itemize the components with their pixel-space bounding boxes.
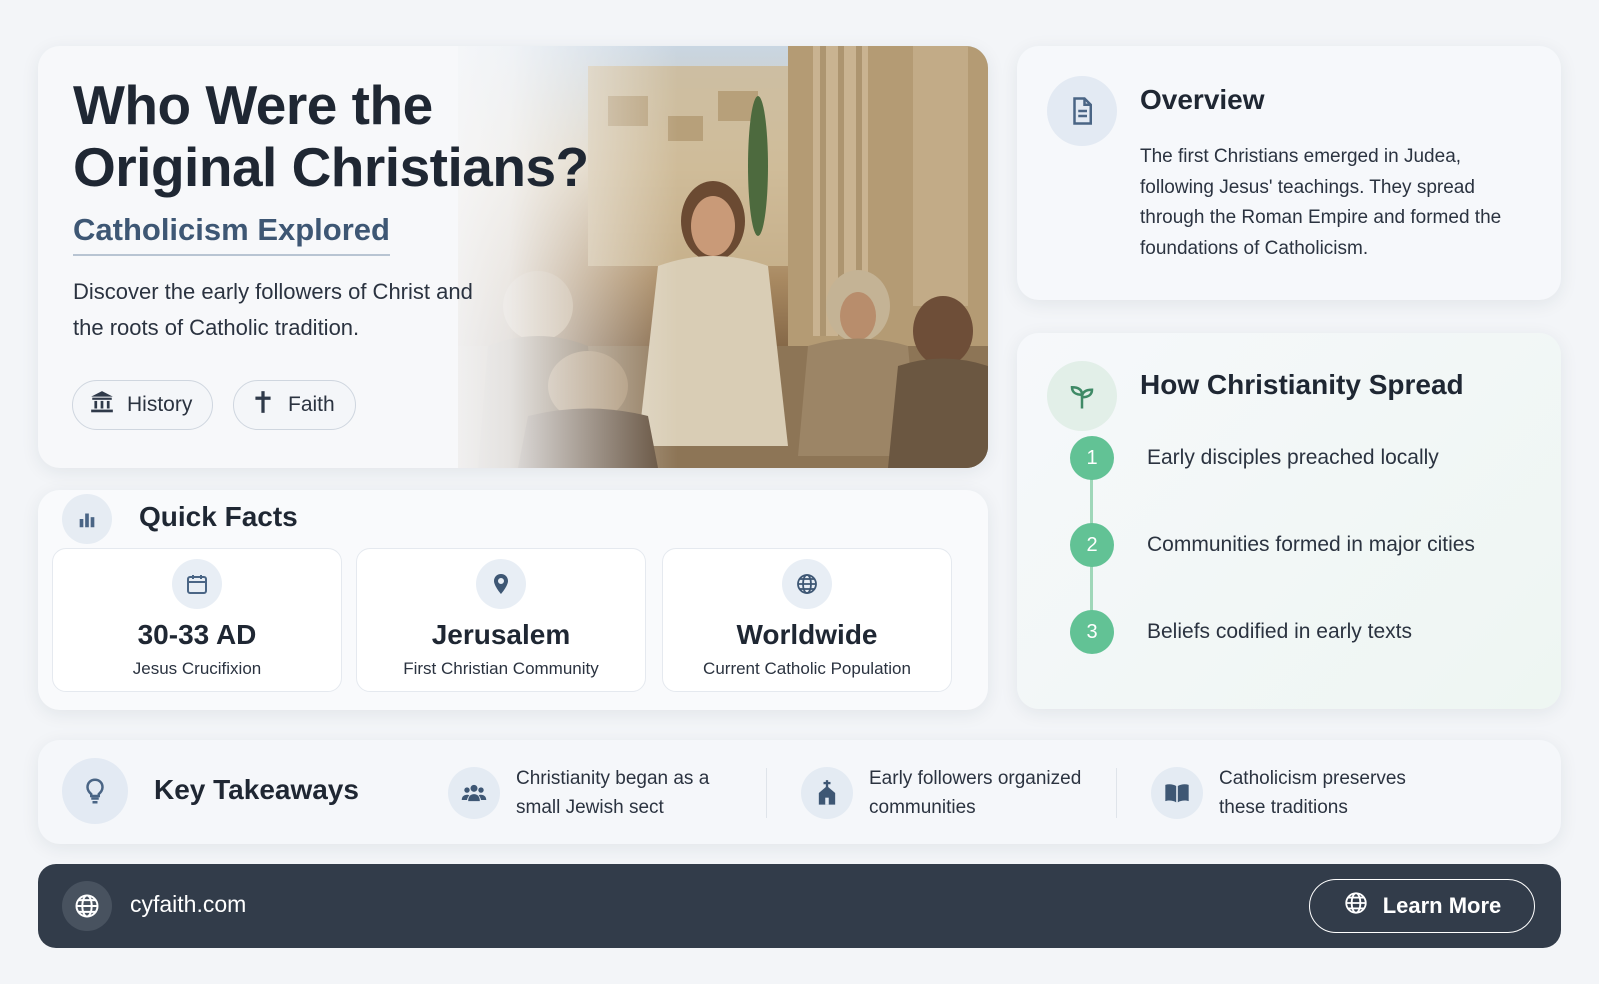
tag-history[interactable]: History	[72, 380, 214, 430]
step-number: 2	[1070, 523, 1114, 567]
calendar-icon	[172, 559, 222, 609]
document-icon	[1047, 76, 1117, 146]
tag-faith[interactable]: Faith	[233, 380, 356, 430]
people-icon	[448, 767, 500, 819]
cross-icon	[250, 389, 276, 421]
lightbulb-icon	[62, 758, 128, 824]
page-title: Who Were the Original Christians?	[73, 74, 589, 198]
key-takeaways-card: Key Takeaways Christianity began as a sm…	[38, 740, 1561, 844]
bar-chart-icon	[62, 494, 112, 544]
takeaway-text: Catholicism preserves these traditions	[1219, 768, 1406, 818]
fact-value: Jerusalem	[431, 619, 571, 650]
tag-history-label: History	[127, 393, 193, 416]
key-takeaways-title: Key Takeaways	[154, 774, 359, 805]
quick-facts-card: Quick Facts 30-33 AD Jesus Crucifixion J…	[38, 490, 988, 710]
step-number: 1	[1070, 436, 1114, 480]
takeaway-item: Early followers organized communities	[801, 765, 1089, 821]
book-icon	[1151, 767, 1203, 819]
hero-card: Who Were the Original Christians? Cathol…	[38, 46, 988, 468]
overview-card: Overview The first Christians emerged in…	[1017, 46, 1561, 300]
quick-facts-title: Quick Facts	[139, 501, 298, 532]
church-icon	[801, 767, 853, 819]
site-link[interactable]: cyfaith.com	[130, 891, 246, 918]
fact-value: 30-33 AD	[137, 619, 257, 650]
overview-title: Overview	[1140, 84, 1265, 115]
globe-icon	[782, 559, 832, 609]
map-pin-icon	[476, 559, 526, 609]
step-number: 3	[1070, 610, 1114, 654]
step-text: Communities formed in major cities	[1147, 533, 1475, 556]
globe-icon	[62, 881, 112, 931]
takeaway-item: Christianity began as a small Jewish sec…	[448, 765, 736, 821]
page-subtitle: Catholicism Explored	[73, 212, 390, 256]
fact-value: Worldwide	[736, 619, 878, 650]
footer-bar: cyfaith.com Learn More	[38, 864, 1561, 948]
fact-label: Current Catholic Population	[703, 659, 911, 678]
fact-card: 30-33 AD Jesus Crucifixion	[52, 548, 342, 692]
tag-faith-label: Faith	[288, 393, 335, 416]
step-text: Early disciples preached locally	[1147, 446, 1439, 469]
overview-text: The first Christians emerged in Judea, f…	[1140, 146, 1502, 259]
building-columns-icon	[89, 389, 115, 421]
sprout-icon	[1047, 361, 1117, 431]
fact-label: Jesus Crucifixion	[132, 659, 262, 678]
takeaway-text: Christianity began as a small Jewish sec…	[516, 768, 710, 818]
fact-card: Worldwide Current Catholic Population	[662, 548, 952, 692]
globe-icon	[1343, 890, 1369, 922]
step-text: Beliefs codified in early texts	[1147, 620, 1412, 643]
hero-description: Discover the early followers of Christ a…	[73, 279, 473, 340]
takeaway-text: Early followers organized communities	[869, 768, 1082, 818]
takeaway-divider	[766, 768, 767, 818]
fact-card: Jerusalem First Christian Community	[356, 548, 646, 692]
learn-more-button[interactable]: Learn More	[1309, 879, 1535, 933]
spread-card: How Christianity Spread 1 Early disciple…	[1017, 333, 1561, 709]
fact-label: First Christian Community	[403, 659, 599, 678]
takeaway-divider	[1116, 768, 1117, 818]
learn-more-label: Learn More	[1382, 893, 1502, 918]
takeaway-item: Catholicism preserves these traditions	[1151, 765, 1439, 821]
spread-title: How Christianity Spread	[1140, 369, 1464, 400]
